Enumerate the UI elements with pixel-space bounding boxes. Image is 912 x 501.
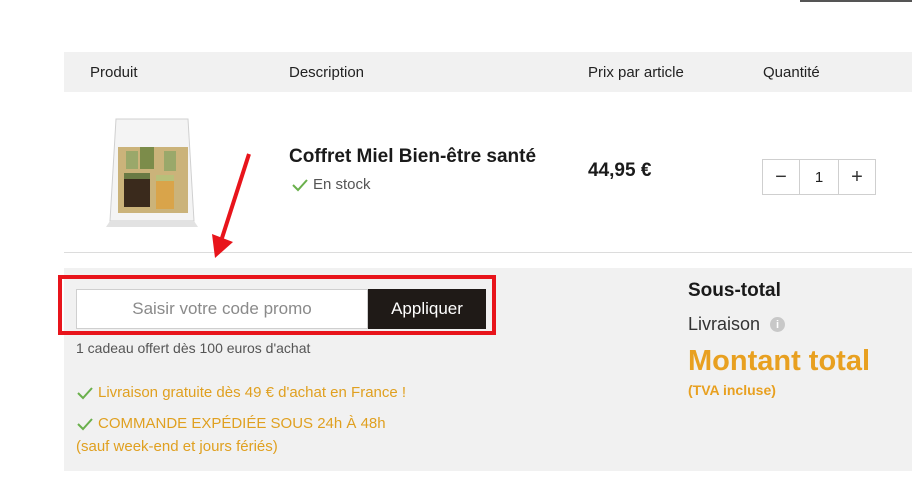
- dispatch-text: COMMANDE EXPÉDIÉE SOUS 24h À 48h: [98, 415, 386, 432]
- tax-note: (TVA incluse): [688, 382, 776, 398]
- free-shipping-note: Livraison gratuite dès 49 € d'achat en F…: [76, 384, 406, 401]
- unit-price: 44,95 €: [588, 160, 652, 181]
- cart-item-row: Coffret Miel Bien-être santé En stock 44…: [64, 92, 912, 253]
- increase-quantity-button[interactable]: +: [839, 160, 875, 194]
- quantity-value[interactable]: 1: [799, 160, 839, 194]
- red-arrow-annotation: [212, 153, 251, 258]
- decrease-quantity-button[interactable]: −: [763, 160, 799, 194]
- quantity-stepper: − 1 +: [762, 159, 876, 195]
- cart-table-header: Produit Description Prix par article Qua…: [64, 52, 912, 92]
- header-quantity: Quantité: [763, 64, 820, 81]
- top-divider: [800, 0, 912, 2]
- shipping-label: Livraison: [688, 314, 761, 334]
- header-unit-price: Prix par article: [588, 64, 684, 81]
- promo-code-input[interactable]: [76, 289, 368, 329]
- gift-note: 1 cadeau offert dès 100 euros d'achat: [76, 340, 311, 356]
- stock-label: En stock: [313, 176, 371, 193]
- free-shipping-text: Livraison gratuite dès 49 € d'achat en F…: [98, 384, 407, 401]
- shipping-row: Livraison i: [688, 314, 786, 335]
- stock-status: En stock: [291, 176, 371, 193]
- subtotal-label: Sous-total: [688, 280, 781, 301]
- check-icon: [77, 417, 93, 430]
- apply-promo-button[interactable]: Appliquer: [368, 289, 486, 329]
- info-icon[interactable]: i: [770, 317, 786, 332]
- header-description: Description: [289, 64, 365, 81]
- product-name[interactable]: Coffret Miel Bien-être santé: [289, 146, 536, 168]
- product-image[interactable]: [106, 117, 198, 229]
- dispatch-subnote: (sauf week-end et jours fériés): [76, 438, 278, 455]
- check-icon: [77, 386, 93, 399]
- total-label: Montant total: [688, 345, 871, 377]
- header-product: Produit: [90, 64, 138, 81]
- check-icon: [292, 178, 308, 191]
- dispatch-note: COMMANDE EXPÉDIÉE SOUS 24h À 48h: [76, 415, 386, 432]
